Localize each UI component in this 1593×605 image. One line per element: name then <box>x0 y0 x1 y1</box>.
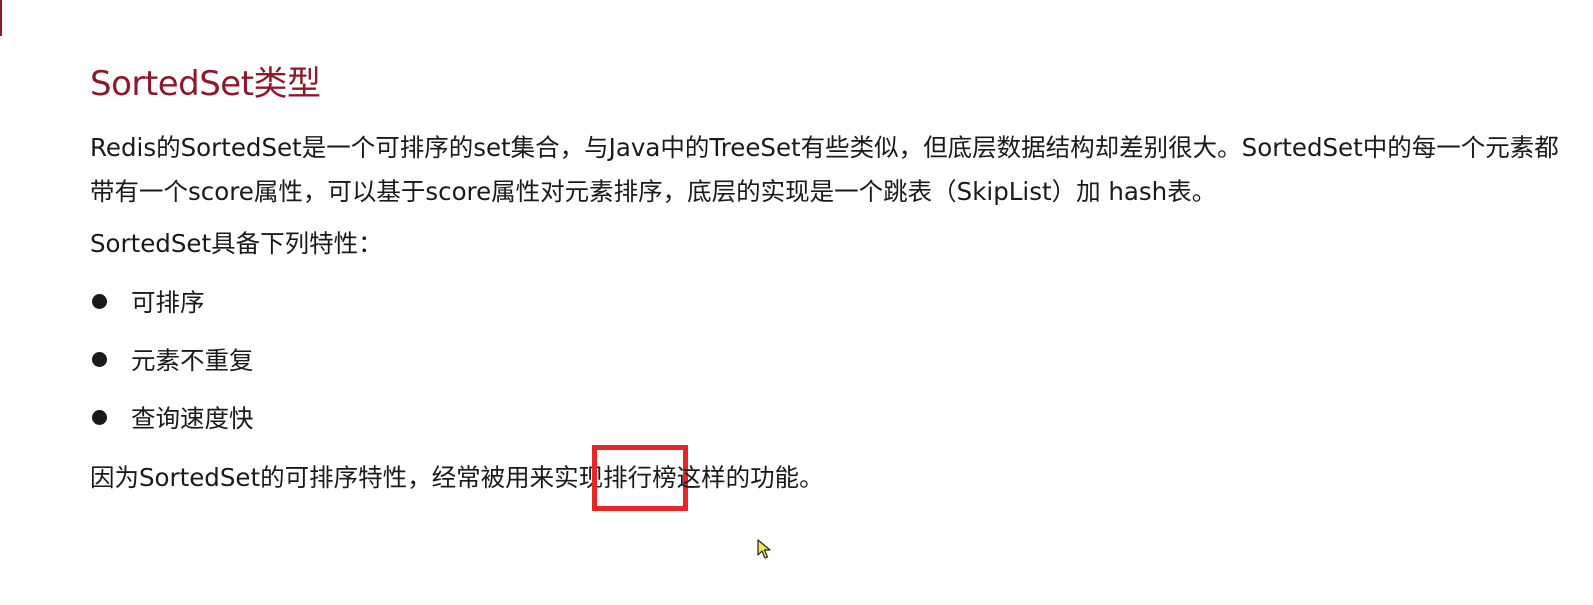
features-list: 可排序 元素不重复 查询速度快 <box>90 272 1580 446</box>
bullet-icon <box>92 409 107 425</box>
feature-label: 查询速度快 <box>131 403 254 433</box>
highlight-box: 排行榜 <box>592 445 688 511</box>
description-paragraph: Redis的SortedSet是一个可排序的set集合，与Java中的TreeS… <box>90 133 1559 206</box>
mouse-cursor-icon <box>757 539 771 559</box>
slide-title: SortedSet类型 <box>90 64 321 104</box>
conclusion-after: 这样的功能。 <box>676 463 824 492</box>
conclusion-sentence: 因为SortedSet的可排序特性，经常被用来实现排行榜这样的功能。 <box>90 445 1580 511</box>
slide-content: SortedSet类型 Redis的SortedSet是一个可排序的set集合，… <box>90 56 1580 511</box>
feature-label: 元素不重复 <box>131 345 254 375</box>
conclusion-before: 因为SortedSet的可排序特性，经常被用来实现 <box>90 463 604 492</box>
bullet-icon <box>92 293 107 309</box>
list-item: 可排序 <box>90 272 1580 330</box>
slide-edge-mark <box>0 0 2 36</box>
feature-label: 可排序 <box>131 287 205 317</box>
bullet-icon <box>92 351 107 367</box>
list-item: 元素不重复 <box>90 330 1580 388</box>
features-lead: SortedSet具备下列特性： <box>90 229 383 258</box>
list-item: 查询速度快 <box>90 388 1580 446</box>
